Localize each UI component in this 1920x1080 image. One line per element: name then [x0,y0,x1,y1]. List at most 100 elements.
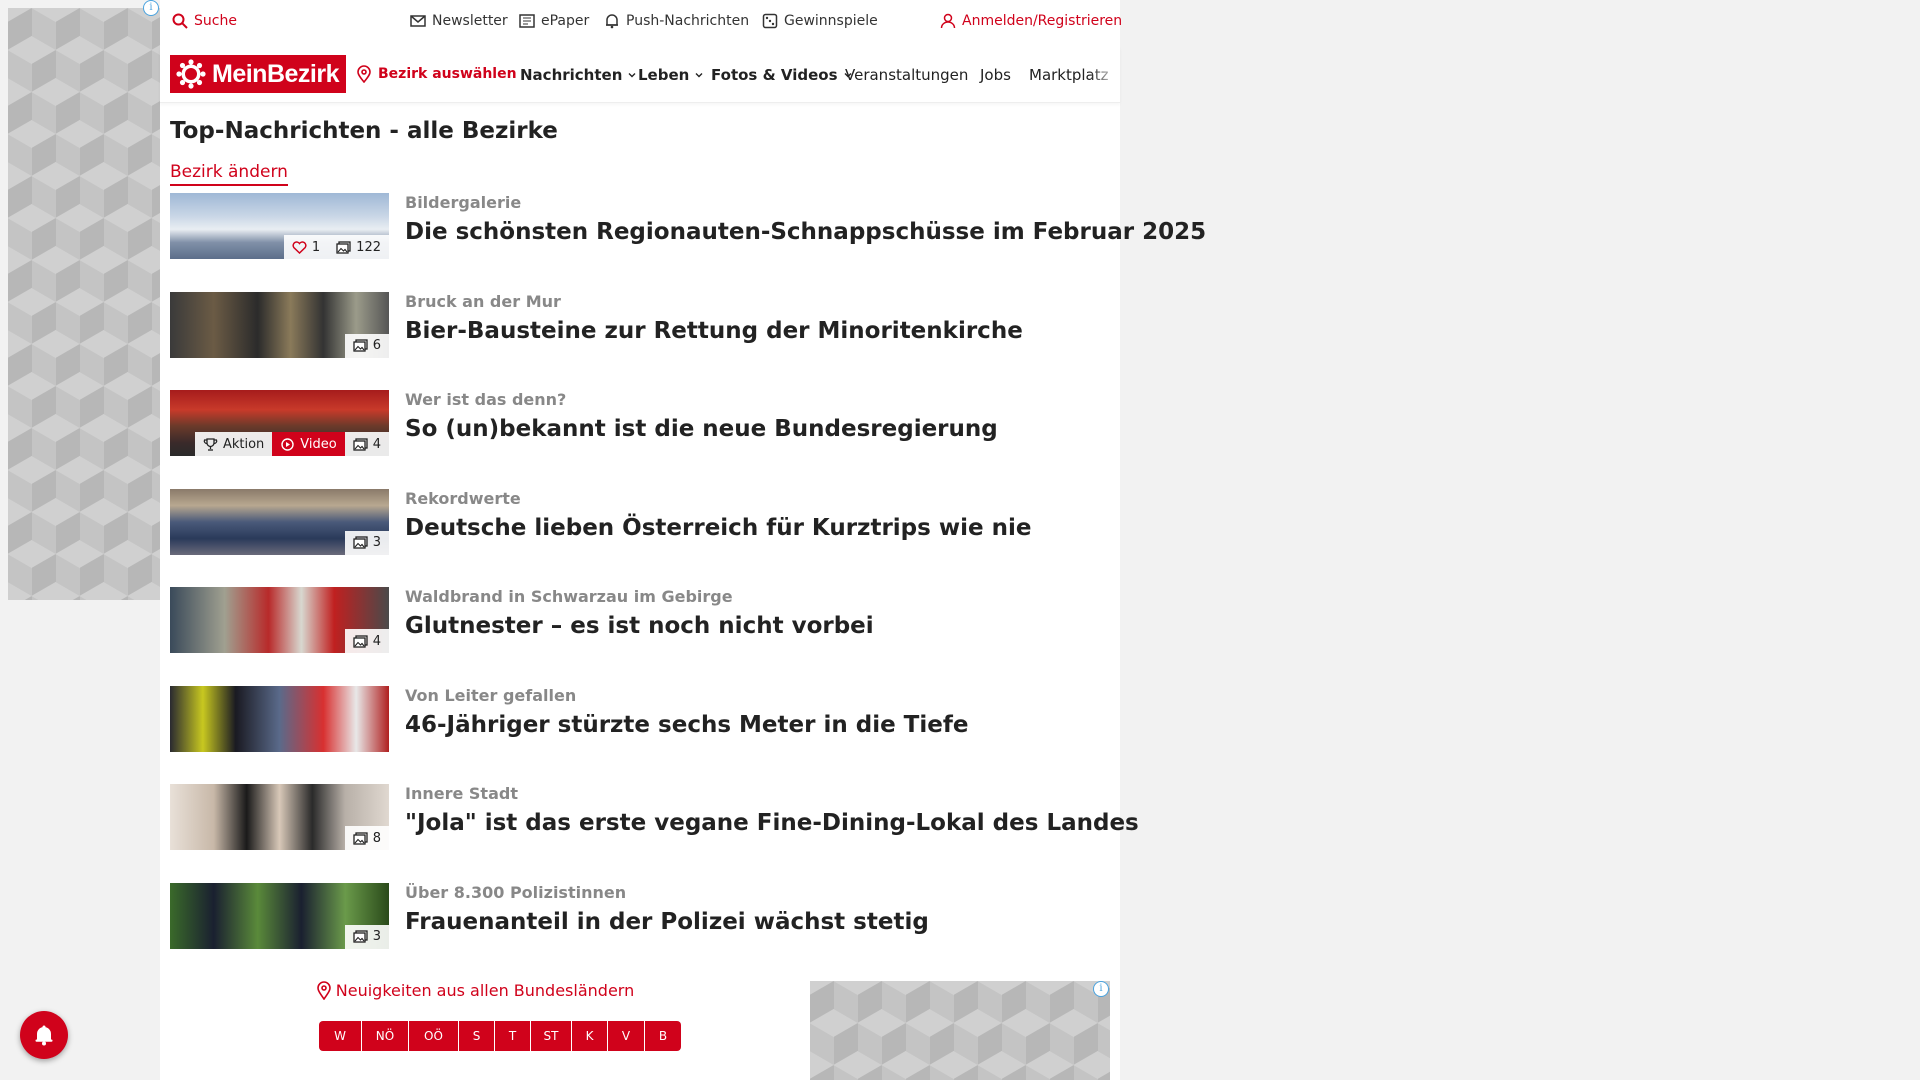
nav-item-news[interactable]: Nachrichten [520,66,637,84]
change-district-link[interactable]: Bezirk ändern [170,162,288,186]
thumbnail-badges: 4 [344,629,389,653]
dice-icon [762,13,778,29]
state-button-noe[interactable]: NÖ [362,1021,409,1051]
location-pin-icon [316,981,331,1000]
video-label: Video [300,436,337,452]
region-select-label: Bezirk auswählen [378,66,517,82]
article-kicker: Von Leiter gefallen [405,685,577,705]
state-button-s[interactable]: S [459,1021,495,1051]
search-link[interactable]: Suche [172,13,237,29]
states-section: Neuigkeiten aus allen Bundesländern [300,980,650,1004]
bell-icon [35,1025,53,1046]
article-thumbnail[interactable]: 1 122 [170,193,389,259]
gallery-icon [336,240,351,254]
article-item[interactable]: 3 Rekordwerte Deutsche lieben Österreich… [170,488,1115,588]
article-item[interactable]: 3 Über 8.300 Polizistinnen Frauenanteil … [170,882,1115,982]
article-thumbnail[interactable]: 4 [170,587,389,653]
nav-item-events[interactable]: Veranstaltungen [845,66,968,84]
state-button-b[interactable]: B [645,1021,681,1051]
nav-item-label: Nachrichten [520,66,623,84]
nav-item-photos-videos[interactable]: Fotos & Videos [711,66,853,84]
article-kicker: Über 8.300 Polizistinnen [405,882,627,902]
article-kicker: Rekordwerte [405,488,521,508]
article-headline[interactable]: So (un)bekannt ist die neue Bundesregier… [405,416,998,442]
article-thumbnail[interactable]: 6 [170,291,389,358]
epaper-link[interactable]: ePaper [519,13,589,29]
nav-item-label: Fotos & Videos [711,66,838,84]
gallery-icon [353,437,368,451]
nav-item-life[interactable]: Leben [638,66,704,84]
page-title: Top-Nachrichten - alle Bezirke [170,118,558,144]
thumbnail-badges: 6 [344,333,389,358]
article-thumbnail[interactable]: Aktion Video 4 [170,390,389,456]
article-item[interactable]: 8 Innere Stadt "Jola" ist das erste vega… [170,784,1139,883]
photo-count-badge: 8 [344,826,389,850]
photo-count: 3 [372,535,381,550]
photo-count: 6 [372,338,381,353]
photo-count: 4 [372,436,381,452]
thumbnail-badges: 3 [344,530,389,555]
newsletter-link[interactable]: Newsletter [410,13,508,29]
ad-info-icon[interactable]: i [1093,981,1109,997]
photo-count-badge: 4 [344,629,389,653]
top-bar: Suche Newsletter ePaper Push-Nachrichten… [160,0,1122,46]
newspaper-icon [519,14,535,28]
states-label: Neuigkeiten aus allen Bundesländern [335,980,635,1000]
article-headline[interactable]: 46-Jähriger stürzte sechs Meter in die T… [405,712,968,738]
user-icon [940,13,956,29]
article-image [170,685,389,752]
contests-link[interactable]: Gewinnspiele [762,13,878,29]
nav-item-label: Leben [638,66,690,84]
search-icon [172,13,188,29]
article-kicker: Wer ist das denn? [405,390,567,409]
article-thumbnail[interactable]: 8 [170,784,389,850]
article-thumbnail[interactable]: 3 [170,882,389,949]
article-item[interactable]: 1 122 Bildergalerie Die schönsten Region… [170,193,1206,292]
photo-count-badge: 122 [328,235,389,259]
region-select[interactable]: Bezirk auswählen [356,65,517,83]
article-thumbnail[interactable] [170,685,389,752]
logo-text: MeinBezirk [212,59,339,88]
article-headline[interactable]: Deutsche lieben Österreich für Kurztrips… [405,515,1031,541]
push-notification-button[interactable] [20,1011,68,1059]
article-kicker: Bruck an der Mur [405,291,561,311]
contests-label: Gewinnspiele [784,13,878,29]
state-button-t[interactable]: T [495,1021,531,1051]
state-button-st[interactable]: ST [531,1021,572,1051]
article-headline[interactable]: Bier-Bausteine zur Rettung der Minoriten… [405,318,1023,344]
article-item[interactable]: 6 Bruck an der Mur Bier-Bausteine zur Re… [170,291,1115,391]
photo-count-badge: 3 [344,924,389,949]
article-item[interactable]: Von Leiter gefallen 46-Jähriger stürzte … [170,685,1115,785]
article-item[interactable]: 4 Waldbrand in Schwarzau im Gebirge Glut… [170,587,1115,686]
bottom-ad-banner[interactable] [810,981,1110,1080]
nav-item-jobs[interactable]: Jobs [980,66,1011,84]
state-button-w[interactable]: W [319,1021,362,1051]
photo-count-badge: 3 [344,530,389,555]
login-link[interactable]: Anmelden/Registrieren [940,13,1122,29]
ad-info-icon[interactable]: i [143,0,159,16]
main-page: Suche Newsletter ePaper Push-Nachrichten… [160,0,1206,1080]
article-headline[interactable]: Frauenanteil in der Polizei wächst steti… [405,909,929,935]
article-item[interactable]: Aktion Video 4 Wer ist das denn? So (un)… [170,390,1115,489]
state-buttons: W NÖ OÖ S T ST K V B [319,1021,681,1051]
state-button-ooe[interactable]: OÖ [409,1021,459,1051]
article-thumbnail[interactable]: 3 [170,488,389,555]
push-link[interactable]: Push-Nachrichten [604,13,749,29]
site-logo[interactable]: MeinBezirk [170,55,346,93]
gallery-icon [353,930,368,943]
gallery-icon [353,634,368,648]
state-button-k[interactable]: K [572,1021,608,1051]
thumbnail-badges: Aktion Video 4 [194,432,389,456]
thumbnail-badges: 8 [344,826,389,850]
photo-count: 4 [372,633,381,649]
article-headline[interactable]: Glutnester – es ist noch nicht vorbei [405,613,874,639]
state-button-v[interactable]: V [608,1021,645,1051]
video-badge: Video [272,432,345,456]
left-ad-banner[interactable] [8,8,160,600]
nav-fade-overlay [1090,54,1120,94]
states-link[interactable]: Neuigkeiten aus allen Bundesländern [316,980,634,1000]
main-nav: MeinBezirk Bezirk auswählen Nachrichten … [160,46,1120,103]
article-headline[interactable]: "Jola" ist das erste vegane Fine-Dining-… [405,810,1139,836]
gallery-icon [353,339,368,352]
article-headline[interactable]: Die schönsten Regionauten-Schnappschüsse… [405,219,1206,245]
